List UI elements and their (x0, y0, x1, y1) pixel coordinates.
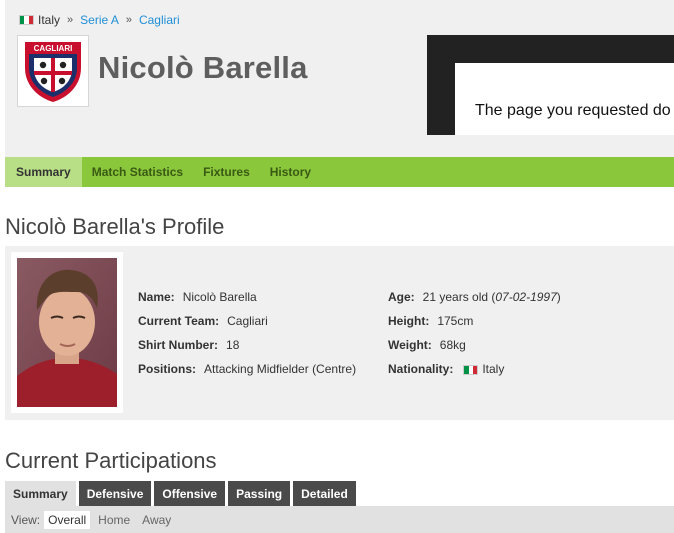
tab-match-statistics[interactable]: Match Statistics (82, 157, 193, 187)
participations-tabs: Summary Defensive Offensive Passing Deta… (5, 481, 359, 506)
breadcrumb-separator: » (125, 14, 132, 26)
view-option-home[interactable]: Home (94, 511, 134, 529)
view-option-away[interactable]: Away (138, 511, 175, 529)
tab-participations-detailed[interactable]: Detailed (293, 481, 356, 506)
player-photo-frame (11, 252, 123, 413)
info-nationality: Nationality: Italy (388, 362, 505, 376)
profile-heading: Nicolò Barella's Profile (5, 214, 225, 239)
view-option-overall[interactable]: Overall (44, 510, 91, 529)
tab-participations-summary[interactable]: Summary (5, 481, 76, 506)
info-positions: Positions: Attacking Midfielder (Centre) (138, 362, 357, 376)
tab-participations-passing[interactable]: Passing (228, 481, 291, 506)
info-age: Age: 21 years old (07-02-1997) (388, 290, 561, 304)
player-photo (17, 258, 117, 407)
info-height: Height: 175cm (388, 314, 474, 328)
breadcrumb: Italy » Serie A » Cagliari (19, 13, 180, 27)
breadcrumb-country: Italy (38, 13, 61, 27)
player-name-heading: Nicolò Barella (98, 50, 308, 85)
tab-participations-offensive[interactable]: Offensive (154, 481, 226, 506)
ad-frame: The page you requested do (427, 35, 674, 135)
team-logo[interactable]: CAGLIARI (17, 35, 89, 107)
info-name: Name: Nicolò Barella (138, 290, 257, 304)
breadcrumb-league-link[interactable]: Serie A (80, 13, 119, 27)
cagliari-crest-icon: CAGLIARI (25, 42, 81, 102)
breadcrumb-team-link[interactable]: Cagliari (139, 13, 180, 27)
player-nav: Summary Match Statistics Fixtures Histor… (5, 157, 674, 187)
info-current-team: Current Team: Cagliari (138, 314, 268, 328)
view-filter-bar: View: Overall Home Away (5, 506, 674, 533)
tab-fixtures[interactable]: Fixtures (193, 157, 260, 187)
info-weight: Weight: 68kg (388, 338, 466, 352)
tab-participations-defensive[interactable]: Defensive (78, 481, 152, 506)
ad-error-text: The page you requested do (475, 102, 671, 119)
tab-summary[interactable]: Summary (5, 157, 82, 187)
italy-flag-icon (19, 15, 34, 25)
svg-text:CAGLIARI: CAGLIARI (34, 44, 73, 53)
profile-panel (5, 246, 674, 420)
italy-flag-icon (463, 364, 479, 375)
view-label: View: (11, 512, 41, 527)
tab-history[interactable]: History (260, 157, 321, 187)
info-shirt-number: Shirt Number: 18 (138, 338, 240, 352)
ad-content: The page you requested do (455, 63, 674, 135)
participations-heading: Current Participations (5, 448, 217, 473)
breadcrumb-separator: » (67, 14, 74, 26)
